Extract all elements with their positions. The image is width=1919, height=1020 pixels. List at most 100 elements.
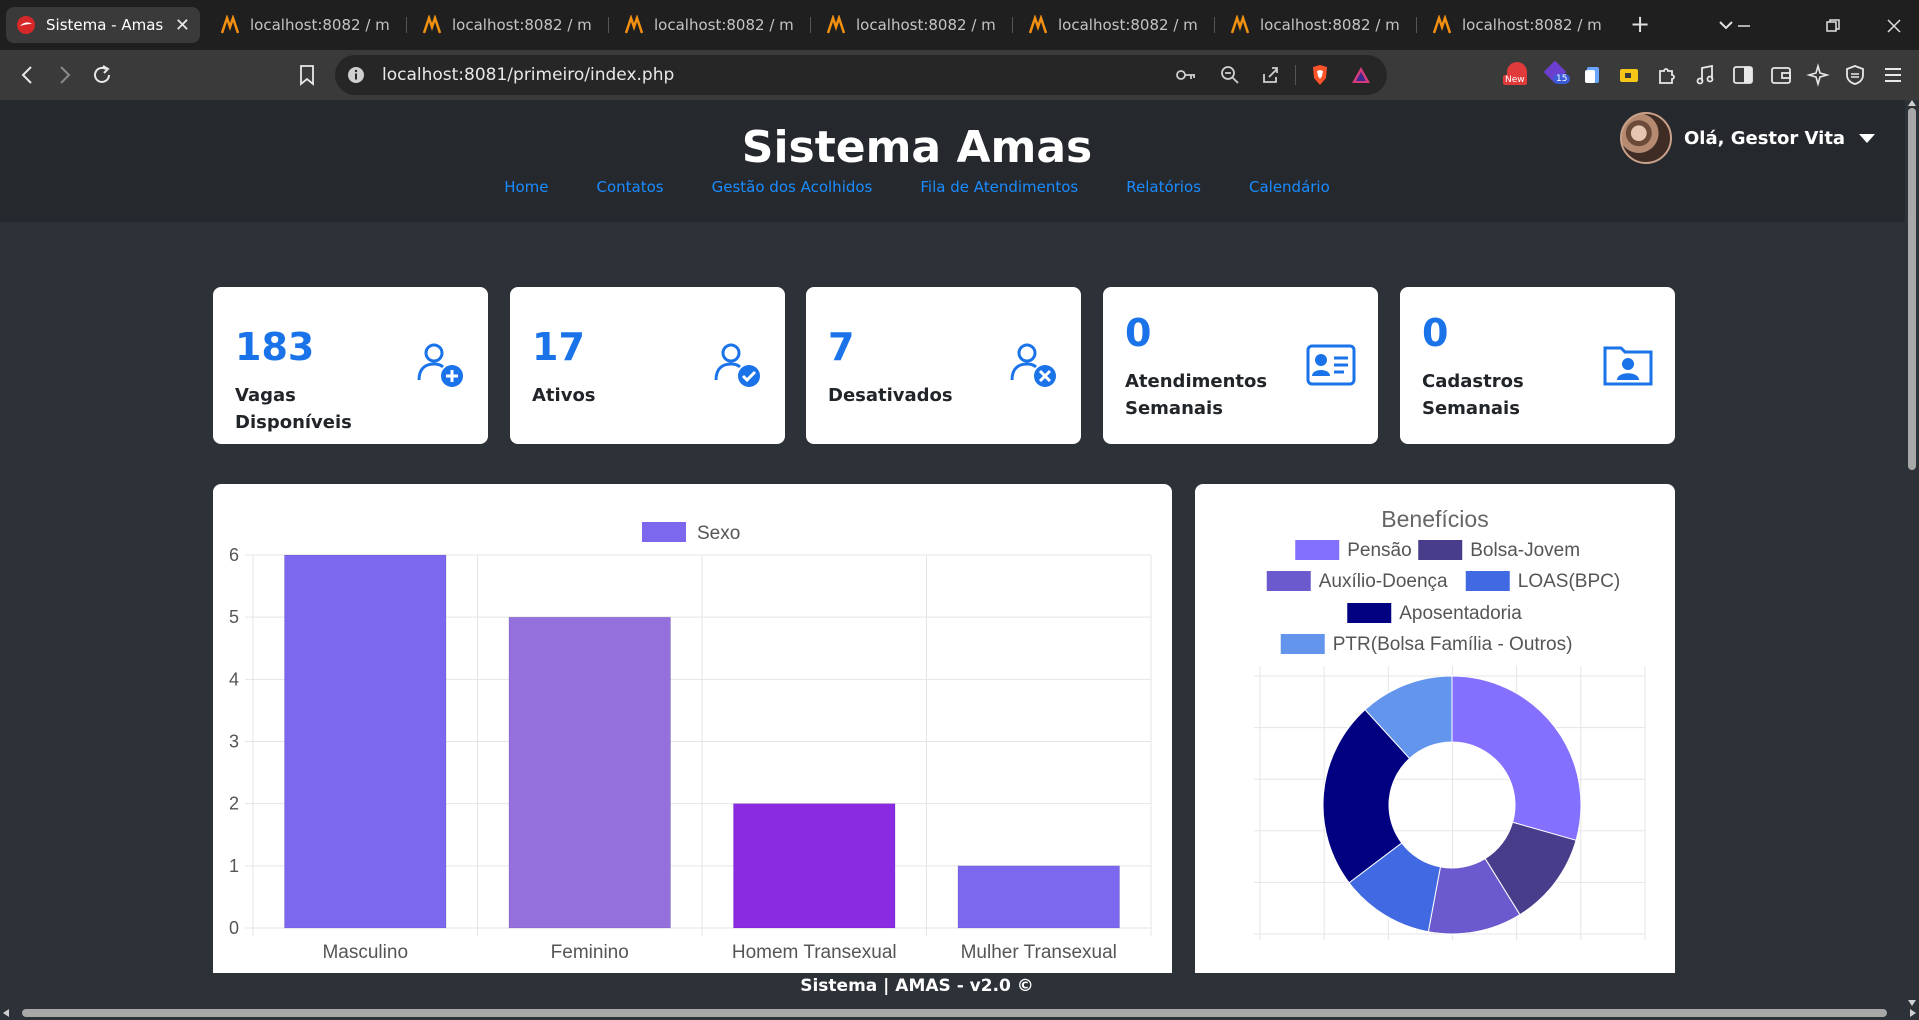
- x-tick-label: Masculino: [322, 942, 408, 963]
- tab-separator: [1416, 17, 1417, 33]
- tab-phpmyadmin-5[interactable]: localhost:8082 / mysq: [1018, 7, 1208, 43]
- tab-title: localhost:8082 / mysq: [1058, 16, 1198, 34]
- user-x-icon: [1010, 343, 1056, 387]
- phpmyadmin-favicon: [422, 15, 442, 34]
- restore-window-icon[interactable]: [1825, 18, 1841, 34]
- phpmyadmin-favicon: [220, 15, 240, 34]
- leo-ai-icon[interactable]: [1806, 63, 1830, 87]
- brave-rewards-icon[interactable]: [1350, 65, 1372, 85]
- browser-toolbar: localhost:8081/primeiro/index.php New 15: [0, 50, 1919, 100]
- stat-label: Vagas Disponíveis: [235, 385, 352, 433]
- x-tick-label: Mulher Transexual: [961, 942, 1117, 963]
- extension-count-badge-icon[interactable]: 15: [1543, 60, 1571, 88]
- user-check-icon: [714, 343, 760, 387]
- tab-list-chevron-icon[interactable]: [1718, 17, 1734, 33]
- scroll-left-arrow-icon[interactable]: [3, 1009, 9, 1017]
- app-favicon: [17, 16, 35, 34]
- stat-value: 0: [1125, 311, 1152, 355]
- y-tick-label: 4: [229, 669, 239, 689]
- bar: [957, 865, 1121, 929]
- main-nav: Home Contatos Gestão dos Acolhidos Fila …: [0, 178, 1834, 196]
- extension-new-badge-icon[interactable]: New: [1503, 62, 1531, 88]
- y-tick-label: 3: [229, 732, 239, 752]
- legend-label: Pensão: [1347, 540, 1411, 561]
- nav-home[interactable]: Home: [504, 178, 548, 196]
- stat-card-atendimentos: 0 Atendimentos Semanais: [1103, 287, 1378, 444]
- new-badge-text: New: [1503, 75, 1527, 85]
- nav-contatos[interactable]: Contatos: [597, 178, 664, 196]
- forward-icon[interactable]: [52, 63, 76, 87]
- tab-title: localhost:8082 / mysq: [250, 16, 390, 34]
- beneficios-chart-panel: Benefícios Pensão Bolsa-Jovem Auxílio-Doenç…: [1195, 484, 1675, 973]
- scroll-up-arrow-icon[interactable]: [1908, 100, 1916, 106]
- bookmark-icon[interactable]: [295, 63, 319, 87]
- folder-extension-icon[interactable]: [1617, 63, 1641, 87]
- sidebar-toggle-icon[interactable]: [1731, 63, 1755, 87]
- phpmyadmin-favicon: [1432, 15, 1452, 34]
- site-info-icon[interactable]: [347, 66, 365, 84]
- tab-title: localhost:8082 / mysq: [1462, 16, 1602, 34]
- nav-calendario[interactable]: Calendário: [1249, 178, 1330, 196]
- stat-value: 7: [828, 325, 855, 369]
- phpmyadmin-favicon: [1028, 15, 1048, 34]
- scroll-right-arrow-icon[interactable]: [1910, 1009, 1916, 1017]
- site-header: Sistema Amas Home Contatos Gestão dos Ac…: [0, 100, 1905, 222]
- url-text[interactable]: localhost:8081/primeiro/index.php: [382, 65, 674, 85]
- stat-value: 183: [235, 325, 315, 369]
- back-icon[interactable]: [16, 63, 40, 87]
- legend-label: LOAS(BPC): [1518, 571, 1620, 592]
- bar: [732, 803, 896, 929]
- minimize-window-icon[interactable]: [1736, 18, 1752, 34]
- share-icon[interactable]: [1260, 65, 1280, 85]
- legend-label: Auxílio-Doença: [1319, 571, 1448, 592]
- user-greeting[interactable]: Olá, Gestor Vita: [1684, 128, 1845, 149]
- legend-swatch: [1347, 603, 1392, 623]
- zoom-out-icon[interactable]: [1220, 65, 1240, 85]
- nav-relatorios[interactable]: Relatórios: [1126, 178, 1201, 196]
- sexo-chart-panel: 0 1 2 3 4 5 6 Sexo Masculino Feminino Homem Transe…: [213, 484, 1172, 973]
- new-tab-button[interactable]: +: [1630, 12, 1650, 36]
- stat-value: 0: [1422, 311, 1449, 355]
- tab-separator: [608, 17, 609, 33]
- vpn-shield-icon[interactable]: [1843, 63, 1867, 87]
- y-tick-label: 5: [229, 607, 239, 627]
- reload-icon[interactable]: [90, 63, 114, 87]
- legend-swatch: [642, 522, 686, 542]
- brave-shields-icon[interactable]: [1310, 64, 1330, 86]
- tab-title: localhost:8082 / mysq: [1260, 16, 1400, 34]
- user-menu[interactable]: Olá, Gestor Vita: [1620, 112, 1876, 164]
- caret-down-icon[interactable]: [1859, 133, 1876, 143]
- close-tab-icon[interactable]: ✕: [175, 15, 190, 36]
- tab-title: localhost:8082 / mysq: [856, 16, 996, 34]
- document-extension-icon[interactable]: [1581, 63, 1605, 87]
- vertical-scroll-thumb[interactable]: [1908, 108, 1916, 470]
- close-window-icon[interactable]: [1886, 18, 1902, 34]
- tab-phpmyadmin-1[interactable]: localhost:8082 / mysq: [210, 7, 400, 43]
- tab-sistema-amas[interactable]: Sistema - Amas ✕: [6, 7, 200, 43]
- stat-label: Atendimentos Semanais: [1125, 371, 1268, 419]
- tab-phpmyadmin-4[interactable]: localhost:8082 / mysq: [816, 7, 1006, 43]
- nav-fila-atendimentos[interactable]: Fila de Atendimentos: [920, 178, 1078, 196]
- media-icon[interactable]: [1693, 63, 1717, 87]
- page-title: Sistema Amas: [741, 122, 1093, 173]
- horizontal-scrollbar[interactable]: [0, 1006, 1919, 1020]
- key-icon[interactable]: [1175, 65, 1197, 85]
- address-bar[interactable]: localhost:8081/primeiro/index.php: [335, 55, 1387, 95]
- x-tick-label: Feminino: [551, 942, 629, 963]
- wallet-icon[interactable]: [1769, 63, 1793, 87]
- puzzle-extensions-icon[interactable]: [1655, 63, 1679, 87]
- x-tick-label: Homem Transexual: [732, 942, 897, 963]
- tab-separator: [406, 17, 407, 33]
- tab-phpmyadmin-6[interactable]: localhost:8082 / mysq: [1220, 7, 1410, 43]
- tab-phpmyadmin-3[interactable]: localhost:8082 / mysq: [614, 7, 804, 43]
- nav-gestao-acolhidos[interactable]: Gestão dos Acolhidos: [712, 178, 873, 196]
- tab-phpmyadmin-2[interactable]: localhost:8082 / mysq: [412, 7, 602, 43]
- tab-separator: [810, 17, 811, 33]
- vertical-scrollbar[interactable]: [1905, 100, 1919, 1006]
- avatar[interactable]: [1620, 112, 1672, 164]
- legend-label: PTR(Bolsa Família - Outros): [1333, 634, 1573, 655]
- menu-icon[interactable]: [1881, 63, 1905, 87]
- horizontal-scroll-thumb[interactable]: [22, 1009, 1887, 1017]
- tab-phpmyadmin-7[interactable]: localhost:8082 / mysq: [1422, 7, 1612, 43]
- tab-title: localhost:8082 / mysq: [654, 16, 794, 34]
